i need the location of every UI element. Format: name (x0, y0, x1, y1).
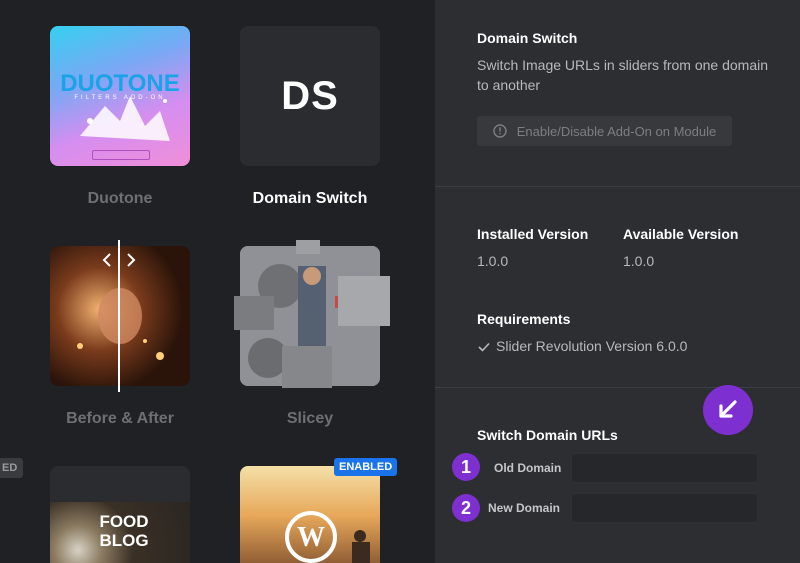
addon-grid: DUOTONE FILTERS ADD-ON Duotone DS Domain… (0, 0, 435, 563)
food-blog-art-text: FOOD BLOG (99, 512, 149, 550)
installed-version-label: Installed Version (477, 226, 589, 242)
slicey-tile (296, 240, 320, 254)
divider (435, 186, 800, 187)
enable-disable-addon-label: Enable/Disable Add-On on Module (516, 123, 717, 139)
slicey-tile (234, 296, 274, 330)
requirement-item: Slider Revolution Version 6.0.0 (496, 338, 688, 354)
old-domain-input[interactable] (571, 453, 758, 483)
hiker-silhouette (352, 530, 370, 563)
addon-label-duotone: Duotone (87, 190, 153, 207)
info-circle-icon (493, 124, 507, 138)
switch-domain-title: Switch Domain URLs (477, 427, 618, 443)
addon-card-domain-switch[interactable]: DS (240, 26, 380, 166)
addon-card-food-blog[interactable]: FOOD BLOG (50, 466, 190, 563)
installed-version-value: 1.0.0 (477, 253, 509, 269)
arrow-down-left-badge (703, 385, 753, 435)
domain-switch-art-text: DS (281, 73, 339, 118)
addon-label-slicey: Slicey (286, 410, 334, 427)
addon-card-before-after[interactable] (50, 246, 190, 386)
enable-disable-addon-button[interactable]: Enable/Disable Add-On on Module (477, 116, 732, 146)
old-domain-label: Old Domain (494, 461, 562, 475)
before-after-divider-line[interactable] (118, 240, 120, 392)
new-domain-input[interactable] (571, 493, 758, 523)
addon-card-slicey[interactable] (234, 240, 390, 388)
detail-title: Domain Switch (477, 30, 578, 46)
enabled-badge: ENABLED (334, 458, 398, 476)
available-version-label: Available Version (623, 226, 739, 242)
addon-card-wordpress[interactable]: W (240, 466, 380, 563)
enabled-badge-partial: ED (0, 458, 24, 478)
addon-label-domain-switch: Domain Switch (252, 190, 368, 207)
available-version-value: 1.0.0 (623, 253, 655, 269)
before-after-art (77, 288, 164, 360)
detail-description: Switch Image URLs in sliders from one do… (477, 57, 769, 93)
chevron-left-icon (102, 253, 111, 267)
chevron-right-icon (127, 253, 136, 267)
step-1-badge: 1 (452, 453, 480, 481)
addon-label-before-after: Before & After (66, 410, 174, 427)
wordpress-icon: W (285, 511, 337, 563)
checkmark-icon (478, 342, 490, 352)
arrow-down-left-icon (719, 400, 737, 418)
addon-card-duotone[interactable]: DUOTONE FILTERS ADD-ON (50, 26, 190, 166)
addon-detail-panel: Domain Switch Switch Image URLs in slide… (435, 0, 800, 563)
slicey-tile (282, 346, 332, 388)
new-domain-label: New Domain (488, 501, 561, 515)
duotone-splash-art (80, 96, 170, 141)
step-2-badge: 2 (452, 494, 480, 522)
requirements-label: Requirements (477, 311, 571, 327)
slicey-tile (338, 276, 390, 326)
duotone-pill (92, 150, 150, 160)
svg-text:W: W (297, 522, 325, 553)
